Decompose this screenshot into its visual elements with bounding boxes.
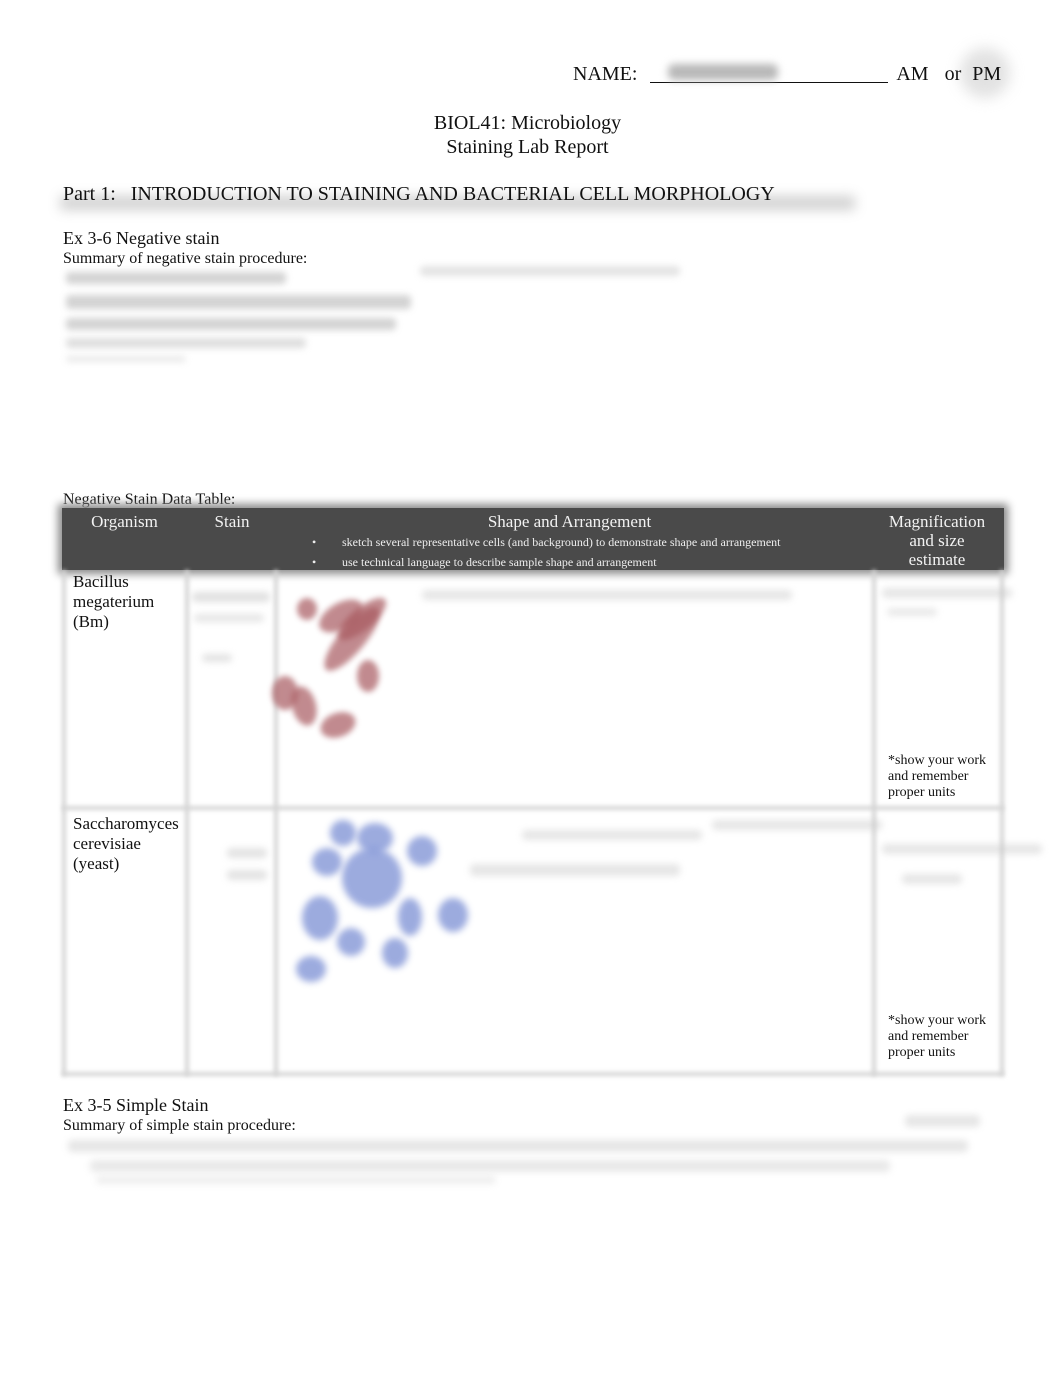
col-divider: [185, 570, 189, 1076]
part1-heading: Part 1: INTRODUCTION TO STAINING AND BAC…: [63, 183, 775, 205]
col-organism: Organism: [91, 512, 158, 531]
report-title: Staining Lab Report: [446, 136, 609, 158]
table-border-bottom: [62, 1072, 1004, 1076]
instruction-1: sketch several representative cells (and…: [342, 535, 781, 549]
row-divider: [62, 806, 1004, 810]
or-label: or: [944, 63, 962, 85]
redacted-name: [668, 64, 779, 80]
units-note: *show your work and remember proper unit…: [888, 753, 986, 801]
note-line: proper units: [888, 1045, 956, 1060]
pm-option[interactable]: PM: [972, 63, 1001, 85]
note-line: and remember: [888, 1029, 969, 1044]
shape-instructions: • sketch several representative cells (an…: [312, 532, 780, 572]
instruction-2: use technical language to describe sampl…: [342, 555, 657, 569]
col-shape: Shape and Arrangement: [487, 512, 652, 531]
units-note: *show your work and remember proper unit…: [888, 1013, 986, 1061]
organism-line: Bacillus: [73, 572, 129, 591]
simple-stain-heading: Ex 3-5 Simple Stain: [63, 1095, 209, 1115]
organism-line: Saccharomyces: [73, 814, 179, 833]
bullet: •: [312, 555, 317, 569]
col-mag-line: estimate: [908, 550, 966, 569]
negative-stain-summary-label: Summary of negative stain procedure:: [63, 250, 308, 267]
col-stain: Stain: [214, 512, 250, 531]
organism-line: cerevisiae: [73, 834, 141, 853]
col-magnification: Magnification and size estimate: [877, 512, 997, 569]
col-mag-line: and size: [909, 531, 965, 550]
col-divider: [274, 570, 278, 1076]
bullet: •: [312, 535, 317, 549]
am-option[interactable]: AM: [896, 63, 928, 85]
col-mag-line: Magnification: [888, 512, 986, 531]
course-title: BIOL41: Microbiology: [433, 112, 622, 134]
negative-stain-table: Organism Stain Shape and Arrangement • sk…: [62, 508, 1042, 1076]
table-border-right: [1000, 570, 1004, 1076]
name-line: NAME: AM or PM: [573, 62, 1001, 86]
table-border-left: [62, 570, 66, 1076]
negative-stain-table-label: Negative Stain Data Table:: [63, 491, 236, 508]
name-label: NAME:: [573, 63, 638, 85]
organism-cell: Bacillus megaterium (Bm): [73, 572, 154, 632]
table-header: Organism Stain Shape and Arrangement • sk…: [62, 508, 1004, 570]
organism-line: (yeast): [73, 854, 120, 873]
negative-stain-heading: Ex 3-6 Negative stain: [63, 228, 220, 248]
organism-line: megaterium: [73, 592, 155, 611]
note-line: proper units: [888, 785, 956, 800]
note-line: *show your work: [888, 1013, 986, 1028]
organism-line: (Bm): [73, 612, 109, 631]
simple-stain-summary-label: Summary of simple stain procedure:: [63, 1117, 296, 1134]
name-field[interactable]: [650, 62, 889, 83]
organism-cell: Saccharomyces cerevisiae (yeast): [73, 814, 179, 874]
note-line: *show your work: [888, 753, 986, 768]
note-line: and remember: [888, 769, 969, 784]
